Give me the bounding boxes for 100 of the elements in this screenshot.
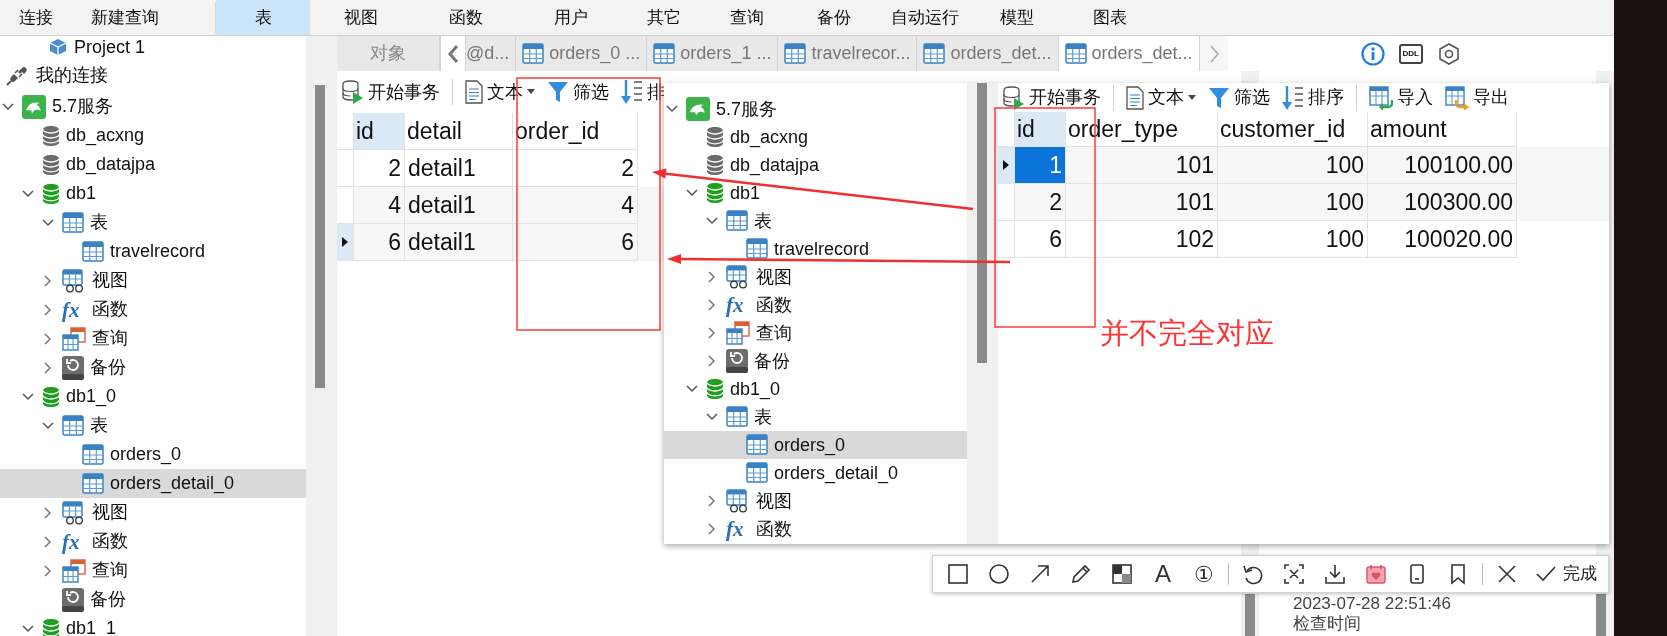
toolbar-button[interactable]: 文本 [1126, 84, 1196, 111]
chevron-right-icon[interactable] [44, 361, 52, 374]
tree-item[interactable]: 表 [0, 208, 306, 237]
chevron-down-icon[interactable] [706, 217, 718, 225]
chevron-down-icon[interactable] [2, 102, 14, 111]
tree-item[interactable]: 5.7服务 [664, 95, 967, 123]
chevron-down-icon[interactable] [22, 392, 34, 401]
menu-item[interactable]: 函数 [412, 0, 520, 35]
tree-item[interactable]: 表 [0, 411, 306, 440]
chevron-down-icon[interactable] [42, 421, 54, 430]
row-header-cell[interactable] [998, 147, 1015, 184]
tree-item[interactable]: 查询 [664, 319, 967, 347]
tree-item[interactable]: fx 函数 [664, 515, 967, 543]
row-header-cell[interactable] [337, 224, 354, 261]
tree-item[interactable]: orders_0 [664, 431, 967, 459]
column-header[interactable]: amount [1368, 112, 1517, 147]
toolbar-button[interactable]: 开始事务 [1003, 84, 1101, 111]
menu-item[interactable]: 表 [216, 0, 310, 35]
toolbar-button[interactable]: 导入 [1369, 84, 1433, 111]
table-cell[interactable]: 6 [1015, 221, 1066, 258]
table-cell[interactable]: detail1 [405, 224, 513, 261]
info-icon[interactable] [1360, 41, 1385, 66]
table-cell[interactable]: 6 [513, 224, 638, 261]
tree-item[interactable]: 查询 [0, 556, 306, 585]
chevron-right-icon[interactable] [44, 535, 52, 548]
menu-item[interactable]: 新建查询 [72, 0, 178, 35]
tree-item[interactable]: travelrecord [0, 237, 306, 266]
scroll-left-icon[interactable] [446, 43, 460, 64]
ddl-button[interactable]: DDL [1398, 43, 1423, 64]
tree-item[interactable]: fx 函数 [0, 295, 306, 324]
chevron-down-icon[interactable] [686, 189, 698, 197]
tree-item[interactable]: db_datajpa [0, 150, 306, 179]
scrollbar-thumb[interactable] [315, 85, 325, 388]
tree-item[interactable]: orders_detail_0 [664, 459, 967, 487]
tree-item[interactable]: 视图 [664, 263, 967, 291]
table-cell[interactable]: 100 [1218, 221, 1368, 258]
chevron-down-icon[interactable] [706, 413, 718, 421]
row-header-cell[interactable] [998, 184, 1015, 221]
chevron-down-icon[interactable] [22, 189, 34, 198]
toolbar-button[interactable]: 筛选 [1208, 84, 1270, 111]
tree-item[interactable]: 视图 [0, 498, 306, 527]
tree-item[interactable]: db1_0 [664, 375, 967, 403]
menu-item[interactable]: 备份 [787, 0, 880, 35]
column-header[interactable]: id [1015, 112, 1066, 147]
project-name[interactable]: Project 1 [74, 36, 146, 61]
chevron-right-icon[interactable] [708, 271, 716, 283]
chevron-down-icon[interactable] [666, 105, 678, 113]
menu-item[interactable]: 图表 [1063, 0, 1157, 35]
column-header[interactable]: customer_id [1218, 112, 1368, 147]
column-header[interactable]: detail [405, 113, 513, 150]
table-cell[interactable]: 1 [1015, 147, 1066, 184]
tree-item[interactable]: orders_0 [0, 440, 306, 469]
tree-item[interactable]: 表 [664, 403, 967, 431]
tree-item[interactable]: 备份 [664, 347, 967, 375]
tree-item[interactable]: 备份 [0, 353, 306, 382]
toolbar-button[interactable]: 筛选 [547, 78, 609, 106]
tab[interactable]: orders_0 ... [516, 36, 648, 71]
menu-item[interactable]: 自动运行 [880, 0, 970, 35]
tree-item[interactable]: orders_detail_0 [0, 469, 306, 498]
tree-item[interactable]: 备份 [0, 585, 306, 614]
scrollbar-thumb[interactable] [977, 83, 987, 363]
chevron-right-icon[interactable] [708, 355, 716, 367]
chevron-right-icon[interactable] [44, 506, 52, 519]
chevron-down-icon[interactable] [22, 624, 34, 633]
menu-item[interactable]: 其它 [622, 0, 706, 35]
row-header-cell[interactable] [337, 150, 354, 187]
toolbar-button[interactable]: 开始事务 [342, 78, 440, 106]
tree-item[interactable]: db1 [0, 179, 306, 208]
tree-item[interactable]: 视图 [0, 266, 306, 295]
tab[interactable]: travelrecor... [778, 36, 918, 71]
scrollbar-thumb[interactable] [1596, 594, 1606, 636]
table-cell[interactable]: 102 [1066, 221, 1218, 258]
menu-item[interactable]: 视图 [310, 0, 412, 35]
tab[interactable]: @d... [466, 36, 517, 71]
row-header-cell[interactable] [337, 187, 354, 224]
tree-item[interactable]: db1_0 [0, 382, 306, 411]
tree-item[interactable]: 视图 [664, 487, 967, 515]
chevron-right-icon[interactable] [708, 327, 716, 339]
tree-item[interactable]: db_datajpa [664, 151, 967, 179]
tab[interactable]: orders_det... [917, 36, 1059, 71]
table-cell[interactable]: 6 [354, 224, 405, 261]
toolbar-button[interactable]: 导出 [1445, 84, 1509, 111]
menu-item[interactable]: 用户 [520, 0, 622, 35]
tree-item[interactable]: 5.7服务 [0, 92, 306, 121]
chevron-right-icon[interactable] [44, 564, 52, 577]
table-cell[interactable]: 100020.00 [1368, 221, 1517, 258]
row-header-cell[interactable] [998, 221, 1015, 258]
tab[interactable]: orders_det... [1058, 36, 1200, 71]
tab[interactable]: orders_1 ... [647, 36, 779, 71]
chevron-right-icon[interactable] [44, 274, 52, 287]
tree-item[interactable]: db_acxng [664, 123, 967, 151]
hexagon-icon[interactable] [1437, 41, 1461, 66]
toolbar-button[interactable]: 排序 [1282, 84, 1344, 111]
chevron-right-icon[interactable] [44, 303, 52, 316]
tree-item[interactable]: db_acxng [0, 121, 306, 150]
column-header[interactable]: id [354, 113, 405, 150]
tree-item[interactable]: fx 函数 [0, 527, 306, 556]
chevron-down-icon[interactable] [686, 385, 698, 393]
tree-item[interactable]: fx 函数 [664, 291, 967, 319]
menu-item[interactable]: 模型 [970, 0, 1063, 35]
